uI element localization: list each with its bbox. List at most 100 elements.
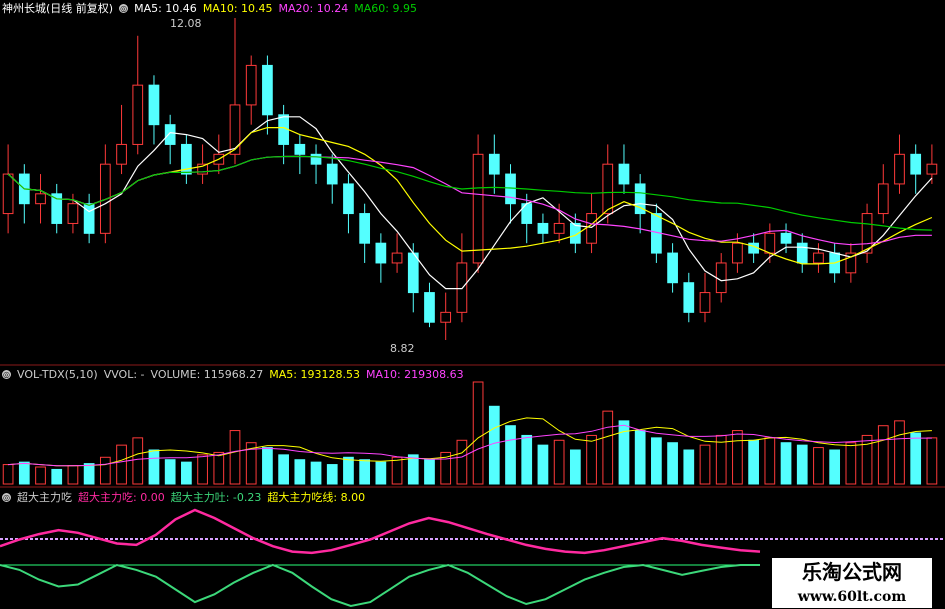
volume-bar	[796, 444, 808, 485]
candle-body	[586, 213, 597, 244]
volume-bar	[651, 437, 662, 485]
volume-bar	[602, 410, 614, 485]
volume-bar	[343, 456, 354, 485]
settings-circle-icon[interactable]: ◎	[119, 3, 129, 13]
ma5-readout: MA5: 10.46	[134, 1, 197, 15]
volume-bar	[164, 459, 176, 485]
volume-bar	[262, 447, 273, 485]
volume-bar	[424, 459, 435, 485]
volume-header: ◎ VOL-TDX(5,10) VVOL: - VOLUME: 115968.2…	[2, 367, 464, 381]
volume-bar	[569, 449, 581, 485]
volume-bar	[278, 454, 289, 485]
candle-body	[618, 163, 630, 185]
candle-body	[488, 153, 500, 175]
candle-body	[894, 153, 905, 185]
volume-bar	[634, 430, 646, 485]
indicator-header: ◎ 超大主力吃 超大主力吃: 0.00 超大主力吐: -0.23 超大主力吃线:…	[2, 490, 365, 504]
candle-body	[424, 292, 435, 323]
volume-bar	[229, 430, 241, 485]
ma5-line	[7, 116, 933, 290]
volume-bar	[2, 464, 14, 485]
volume-bar	[586, 434, 597, 485]
candle-body	[343, 183, 354, 215]
candle-body	[732, 242, 743, 264]
vvol-readout: VVOL: -	[103, 367, 145, 381]
ma10-readout: MA10: 10.45	[202, 1, 273, 15]
candle-body	[813, 252, 824, 264]
candle-body	[780, 232, 792, 244]
volume-bar	[521, 434, 533, 485]
candle-body	[407, 252, 419, 294]
eat-line-readout: 超大主力吃线: 8.00	[267, 491, 366, 504]
settings-circle-icon[interactable]: ◎	[2, 492, 11, 502]
candle-body	[67, 203, 79, 224]
candle-body	[715, 262, 727, 294]
candle-body	[116, 143, 127, 165]
volume-bar	[391, 456, 403, 485]
candle-body	[164, 124, 176, 145]
high-price-label: 12.08	[170, 17, 202, 30]
eat-line	[0, 508, 761, 555]
candle-body	[132, 84, 144, 145]
volume-bar	[488, 405, 500, 485]
stock-title[interactable]: 神州长城(日线 前复权)	[2, 0, 113, 16]
candle-body	[440, 311, 452, 323]
volume-bar	[472, 381, 484, 485]
candle-body	[553, 222, 565, 234]
candle-body	[294, 143, 306, 155]
volume-ma5-readout: MA5: 193128.53	[269, 367, 360, 381]
spit-readout: 超大主力吐: -0.23	[170, 491, 262, 504]
candle-body	[229, 104, 241, 155]
candle-body	[796, 242, 808, 264]
volume-bar	[456, 439, 468, 485]
volume-bar	[18, 461, 30, 485]
volume-bar	[667, 442, 678, 485]
candle-body	[505, 173, 516, 205]
candle-body	[359, 213, 371, 244]
candle-body	[245, 64, 257, 106]
candle-body	[2, 173, 14, 215]
volume-bar	[83, 463, 95, 485]
ma20-readout: MA20: 10.24	[278, 1, 349, 15]
volume-bar	[35, 466, 46, 485]
stock-chart-canvas[interactable]	[0, 0, 945, 609]
candle-body	[537, 222, 549, 234]
volume-bar	[326, 464, 338, 485]
volume-bar	[116, 444, 127, 485]
volume-bar	[407, 454, 419, 485]
price-panel[interactable]	[2, 18, 938, 340]
ma60-readout: MA60: 9.95	[354, 1, 417, 15]
volume-bar	[748, 439, 759, 485]
candle-body	[472, 153, 484, 264]
volume-bar	[359, 459, 371, 485]
volume-ma10-readout: MA10: 219308.63	[365, 367, 464, 381]
ma10-line	[7, 126, 933, 265]
candle-body	[910, 153, 922, 175]
candle-body	[667, 252, 678, 284]
candle-body	[310, 153, 322, 165]
watermark-url: www.60lt.com	[772, 586, 932, 608]
candle-body	[699, 292, 711, 313]
candle-body	[35, 193, 46, 205]
candle-body	[764, 232, 776, 254]
volume-bar	[99, 456, 111, 485]
volume-bar	[894, 420, 905, 485]
price-header: 神州长城(日线 前复权) ◎ MA5: 10.46 MA10: 10.45 MA…	[2, 0, 417, 16]
volume-bar	[537, 444, 549, 485]
volume-bar	[213, 451, 225, 485]
volume-bar	[618, 420, 630, 485]
candle-body	[877, 183, 889, 215]
volume-bar	[51, 468, 63, 485]
settings-circle-icon[interactable]: ◎	[2, 369, 11, 379]
candle-body	[926, 163, 938, 175]
volume-bar	[732, 430, 743, 485]
low-price-label: 8.82	[390, 342, 415, 355]
candle-body	[83, 203, 95, 234]
volume-bar	[910, 432, 922, 485]
watermark-title: 乐淘公式网	[772, 558, 932, 586]
volume-bar	[505, 425, 516, 485]
volume-indicator-title[interactable]: VOL-TDX(5,10)	[17, 368, 98, 381]
volume-panel[interactable]	[2, 381, 938, 485]
indicator-title[interactable]: 超大主力吃	[17, 489, 72, 505]
candle-body	[262, 64, 273, 116]
